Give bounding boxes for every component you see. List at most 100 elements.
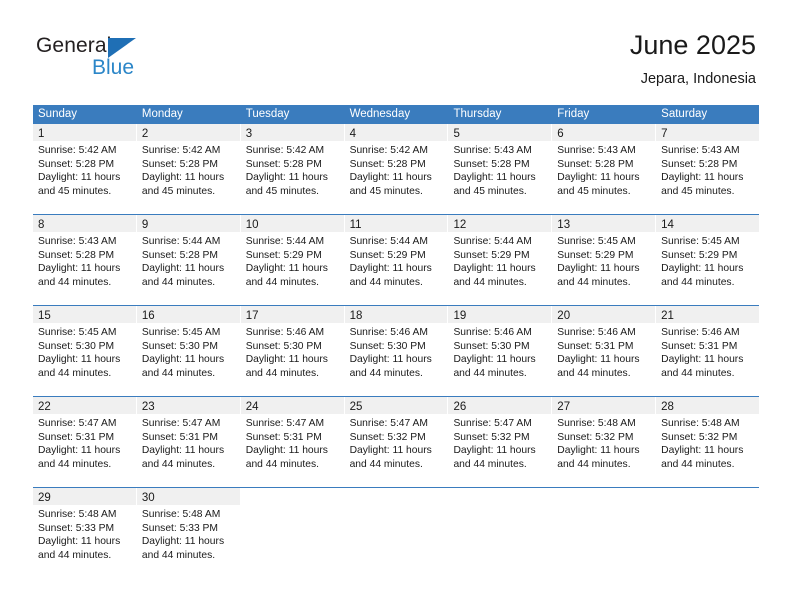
day-details: Sunrise: 5:48 AM Sunset: 5:32 PM Daylight:… — [656, 414, 759, 475]
calendar-weeks: 1 Sunrise: 5:42 AM Sunset: 5:28 PM Daylight… — [33, 124, 760, 570]
daylight-text-line2: and 44 minutes. — [557, 458, 631, 470]
sunset-text: Sunset: 5:29 PM — [557, 249, 634, 261]
sunrise-text: Sunrise: 5:46 AM — [557, 327, 636, 338]
day-number-band: 30 — [136, 488, 240, 505]
daylight-text-line1: Daylight: 11 hours — [453, 354, 536, 366]
calendar-day-cell[interactable]: 8 Sunrise: 5:43 AM Sunset: 5:28 PM Daylight… — [33, 215, 137, 297]
daylight-text-line1: Daylight: 11 hours — [661, 263, 744, 275]
daylight-text-line1: Daylight: 11 hours — [557, 354, 640, 366]
sunset-text: Sunset: 5:28 PM — [661, 158, 738, 170]
sunrise-text: Sunrise: 5:47 AM — [453, 418, 532, 429]
day-number: 19 — [453, 310, 467, 322]
sunrise-text: Sunrise: 5:47 AM — [349, 418, 428, 429]
calendar-day-cell[interactable]: 22 Sunrise: 5:47 AM Sunset: 5:31 PM Dayligh… — [33, 397, 137, 479]
daylight-text-line2: and 44 minutes. — [349, 276, 423, 288]
daylight-text-line1: Daylight: 11 hours — [245, 354, 328, 366]
day-number-band — [656, 488, 760, 505]
day-details: Sunrise: 5:44 AM Sunset: 5:29 PM Daylight:… — [345, 232, 448, 293]
calendar-day-cell[interactable]: 23 Sunrise: 5:47 AM Sunset: 5:31 PM Dayligh… — [136, 397, 241, 479]
daylight-text-line1: Daylight: 11 hours — [349, 172, 432, 184]
sunset-text: Sunset: 5:28 PM — [38, 158, 115, 170]
sunrise-text: Sunrise: 5:47 AM — [245, 418, 325, 429]
calendar-day-cell[interactable]: 7 Sunrise: 5:43 AM Sunset: 5:28 PM Daylight… — [656, 124, 760, 206]
calendar-day-cell[interactable]: 17 Sunrise: 5:46 AM Sunset: 5:30 PM Dayligh… — [240, 306, 345, 388]
sunrise-text: Sunrise: 5:45 AM — [661, 236, 740, 247]
sunset-text: Sunset: 5:33 PM — [38, 522, 115, 534]
calendar-day-cell[interactable]: 21 Sunrise: 5:46 AM Sunset: 5:31 PM Dayligh… — [656, 306, 760, 388]
calendar-day-cell[interactable]: 18 Sunrise: 5:46 AM Sunset: 5:30 PM Dayligh… — [344, 306, 449, 388]
calendar-day-cell[interactable]: 20 Sunrise: 5:46 AM Sunset: 5:31 PM Dayligh… — [552, 306, 657, 388]
day-number-band: 26 — [448, 397, 552, 414]
calendar-day-cell-empty — [344, 488, 449, 570]
day-details: Sunrise: 5:42 AM Sunset: 5:28 PM Daylight:… — [137, 141, 240, 202]
calendar-day-cell[interactable]: 14 Sunrise: 5:45 AM Sunset: 5:29 PM Dayligh… — [656, 215, 760, 297]
daylight-text-line2: and 44 minutes. — [661, 458, 735, 470]
logo-text-blue: Blue — [92, 56, 135, 79]
calendar-day-cell[interactable]: 30 Sunrise: 5:48 AM Sunset: 5:33 PM Dayligh… — [136, 488, 241, 570]
daylight-text-line2: and 44 minutes. — [38, 276, 112, 288]
calendar-day-cell[interactable]: 11 Sunrise: 5:44 AM Sunset: 5:29 PM Dayligh… — [344, 215, 449, 297]
day-number: 11 — [349, 219, 362, 231]
calendar-grid: Sunday Monday Tuesday Wednesday Thursday Frid… — [33, 105, 760, 570]
calendar-day-cell[interactable]: 16 Sunrise: 5:45 AM Sunset: 5:30 PM Dayligh… — [136, 306, 241, 388]
day-number-band: 28 — [656, 397, 760, 414]
day-number: 25 — [349, 401, 363, 413]
generalblue-logo[interactable]: General Blue — [36, 33, 236, 85]
day-number: 3 — [245, 128, 253, 140]
weekday-header-row: Sunday Monday Tuesday Wednesday Thursday Frid… — [33, 105, 759, 124]
day-number-band: 19 — [448, 306, 552, 323]
calendar-day-cell[interactable]: 26 Sunrise: 5:47 AM Sunset: 5:32 PM Dayligh… — [448, 397, 553, 479]
sunset-text: Sunset: 5:29 PM — [245, 249, 322, 261]
sunset-text: Sunset: 5:31 PM — [661, 340, 738, 352]
calendar-day-cell[interactable]: 4 Sunrise: 5:42 AM Sunset: 5:28 PM Daylight… — [344, 124, 449, 206]
daylight-text-line1: Daylight: 11 hours — [38, 536, 121, 548]
day-number-band: 20 — [552, 306, 656, 323]
day-details: Sunrise: 5:45 AM Sunset: 5:29 PM Daylight:… — [656, 232, 759, 293]
calendar-day-cell[interactable]: 29 Sunrise: 5:48 AM Sunset: 5:33 PM Dayligh… — [33, 488, 137, 570]
sunset-text: Sunset: 5:33 PM — [141, 522, 218, 534]
sunrise-text: Sunrise: 5:42 AM — [245, 145, 325, 156]
daylight-text-line2: and 44 minutes. — [661, 276, 735, 288]
calendar-day-cell[interactable]: 28 Sunrise: 5:48 AM Sunset: 5:32 PM Dayligh… — [656, 397, 760, 479]
calendar-day-cell-empty — [552, 488, 657, 570]
daylight-text-line1: Daylight: 11 hours — [557, 445, 640, 457]
day-number-band: 10 — [240, 215, 344, 232]
calendar-day-cell[interactable]: 9 Sunrise: 5:44 AM Sunset: 5:28 PM Daylight… — [136, 215, 241, 297]
sunset-text: Sunset: 5:32 PM — [557, 431, 634, 443]
sunset-text: Sunset: 5:31 PM — [245, 431, 322, 443]
sunrise-text: Sunrise: 5:46 AM — [661, 327, 740, 338]
day-details: Sunrise: 5:43 AM Sunset: 5:28 PM Daylight:… — [656, 141, 759, 202]
daylight-text-line2: and 45 minutes. — [245, 185, 319, 197]
calendar-day-cell[interactable]: 19 Sunrise: 5:46 AM Sunset: 5:30 PM Dayligh… — [448, 306, 553, 388]
calendar-day-cell[interactable]: 1 Sunrise: 5:42 AM Sunset: 5:28 PM Daylight… — [33, 124, 137, 206]
sunrise-text: Sunrise: 5:44 AM — [453, 236, 532, 247]
daylight-text-line2: and 44 minutes. — [557, 367, 631, 379]
calendar-day-cell[interactable]: 25 Sunrise: 5:47 AM Sunset: 5:32 PM Dayligh… — [344, 397, 449, 479]
calendar-day-cell[interactable]: 10 Sunrise: 5:44 AM Sunset: 5:29 PM Dayligh… — [240, 215, 345, 297]
calendar-day-cell[interactable]: 27 Sunrise: 5:48 AM Sunset: 5:32 PM Dayligh… — [552, 397, 657, 479]
day-details: Sunrise: 5:44 AM Sunset: 5:28 PM Daylight:… — [137, 232, 240, 293]
calendar-day-cell[interactable]: 15 Sunrise: 5:45 AM Sunset: 5:30 PM Dayligh… — [33, 306, 137, 388]
calendar-week-row: 15 Sunrise: 5:45 AM Sunset: 5:30 PM Dayligh… — [33, 305, 760, 388]
sunset-text: Sunset: 5:31 PM — [38, 431, 115, 443]
weekday-header-wednesday: Wednesday — [345, 105, 449, 124]
sunrise-text: Sunrise: 5:42 AM — [38, 145, 117, 156]
page-subtitle: Jepara, Indonesia — [640, 71, 756, 87]
calendar-day-cell[interactable]: 24 Sunrise: 5:47 AM Sunset: 5:31 PM Dayligh… — [240, 397, 345, 479]
calendar-day-cell[interactable]: 6 Sunrise: 5:43 AM Sunset: 5:28 PM Daylight… — [552, 124, 657, 206]
day-number: 6 — [557, 128, 564, 140]
daylight-text-line2: and 45 minutes. — [661, 185, 735, 197]
day-details: Sunrise: 5:44 AM Sunset: 5:29 PM Daylight:… — [241, 232, 344, 293]
day-number: 22 — [38, 401, 51, 413]
calendar-day-cell[interactable]: 13 Sunrise: 5:45 AM Sunset: 5:29 PM Dayligh… — [552, 215, 657, 297]
sunset-text: Sunset: 5:28 PM — [453, 158, 530, 170]
calendar-day-cell-empty — [240, 488, 345, 570]
sunset-text: Sunset: 5:30 PM — [349, 340, 426, 352]
calendar-day-cell[interactable]: 5 Sunrise: 5:43 AM Sunset: 5:28 PM Daylight… — [448, 124, 553, 206]
calendar-day-cell[interactable]: 2 Sunrise: 5:42 AM Sunset: 5:28 PM Daylight… — [136, 124, 241, 206]
calendar-day-cell[interactable]: 12 Sunrise: 5:44 AM Sunset: 5:29 PM Dayligh… — [448, 215, 553, 297]
calendar-day-cell[interactable]: 3 Sunrise: 5:42 AM Sunset: 5:28 PM Daylight… — [240, 124, 345, 206]
sunset-text: Sunset: 5:31 PM — [557, 340, 634, 352]
day-details: Sunrise: 5:47 AM Sunset: 5:32 PM Daylight:… — [345, 414, 448, 475]
day-details — [241, 505, 344, 512]
